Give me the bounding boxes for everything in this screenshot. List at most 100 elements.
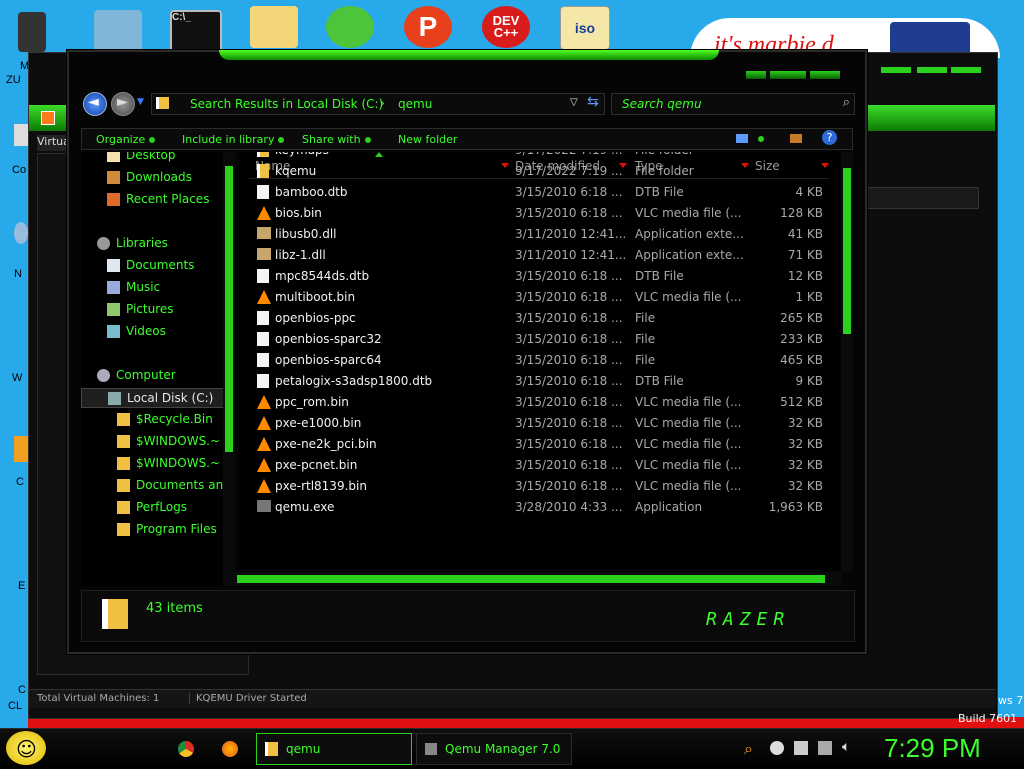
nav-item-documents-an[interactable]: Documents an bbox=[117, 476, 223, 494]
start-button[interactable]: ☺ bbox=[6, 731, 46, 765]
file-list[interactable]: Name Date modified Type Size keymaps9/17… bbox=[239, 152, 841, 570]
file-row[interactable]: bamboo.dtb 3/15/2010 6:18 ... DTB File 4 KB bbox=[239, 182, 841, 203]
nav-item-perflogs[interactable]: PerfLogs bbox=[117, 498, 187, 516]
taskbar-qemu-button[interactable]: Qemu Manager 7.0 bbox=[416, 733, 572, 765]
file-row[interactable]: pxe-e1000.bin 3/15/2010 6:18 ... VLC media… bbox=[239, 413, 841, 434]
view-options-icon[interactable] bbox=[736, 134, 748, 143]
nav-item-recent-places[interactable]: Recent Places bbox=[107, 190, 209, 208]
nav-item-computer[interactable]: Computer bbox=[97, 366, 176, 384]
window-maximize-button[interactable] bbox=[769, 70, 807, 80]
file-list-scrollbar[interactable] bbox=[841, 152, 853, 572]
file-size: 41 KB bbox=[787, 227, 823, 241]
file-row[interactable]: kqemu 9/17/2022 7:19 ... File folder bbox=[239, 161, 841, 182]
search-icon[interactable]: ⌕ bbox=[843, 95, 850, 110]
desktop-icon-devcpp[interactable]: DEV C++ bbox=[482, 6, 530, 48]
address-bar[interactable]: Search Results in Local Disk (C:) › qemu… bbox=[151, 93, 605, 115]
smiley-icon: ☺ bbox=[16, 737, 37, 761]
window-close-button[interactable] bbox=[809, 70, 841, 80]
clock[interactable]: 7:29 PM bbox=[884, 733, 981, 764]
file-row[interactable]: pxe-rtl8139.bin 3/15/2010 6:18 ... VLC med… bbox=[239, 476, 841, 497]
qemu-tab[interactable]: Virtual bbox=[37, 135, 73, 151]
file-row[interactable]: openbios-sparc32 3/15/2010 6:18 ... File 23… bbox=[239, 329, 841, 350]
nav-item-desktop[interactable]: Desktop bbox=[107, 152, 176, 164]
forward-button[interactable]: ► bbox=[111, 92, 135, 116]
search-input[interactable]: Search qemu bbox=[622, 97, 702, 111]
volume-icon[interactable]: 🔈︎ bbox=[842, 739, 850, 755]
search-box[interactable]: Search qemu ⌕ bbox=[611, 93, 855, 115]
desktop-icon-user[interactable] bbox=[18, 12, 46, 52]
nav-item-pictures[interactable]: Pictures bbox=[107, 300, 174, 318]
file-size: 4 KB bbox=[795, 185, 823, 199]
desktop-icon-iso[interactable]: iso bbox=[560, 6, 610, 50]
desktop-icon-c[interactable] bbox=[14, 436, 28, 462]
nav-item-videos[interactable]: Videos bbox=[107, 322, 166, 340]
window-minimize-button[interactable] bbox=[745, 70, 767, 80]
desktop-icon-network[interactable] bbox=[14, 222, 28, 244]
explorer-window[interactable]: ◄ ► ▼ Search Results in Local Disk (C:) … bbox=[67, 50, 867, 654]
nav-item-music[interactable]: Music bbox=[107, 278, 160, 296]
file-scroll-thumb[interactable] bbox=[843, 168, 851, 334]
file-row[interactable]: ppc_rom.bin 3/15/2010 6:18 ... VLC media f… bbox=[239, 392, 841, 413]
file-row[interactable]: pxe-pcnet.bin 3/15/2010 6:18 ... VLC media… bbox=[239, 455, 841, 476]
hscroll-thumb[interactable] bbox=[237, 575, 825, 583]
nav-item-recycle-bin[interactable]: $Recycle.Bin bbox=[117, 410, 213, 428]
file-date: 3/15/2010 6:18 ... bbox=[515, 311, 623, 325]
breadcrumb-root[interactable]: Search Results in Local Disk (C:) bbox=[190, 97, 383, 111]
nav-item-windows[interactable]: $WINDOWS.~ bbox=[117, 454, 220, 472]
taskbar-explorer-button[interactable]: qemu bbox=[256, 733, 412, 765]
qemu-window-btn-close[interactable] bbox=[951, 67, 981, 73]
preview-pane-icon[interactable] bbox=[790, 134, 802, 143]
file-date: 3/11/2010 12:41... bbox=[515, 248, 627, 262]
file-row[interactable]: mpc8544ds.dtb 3/15/2010 6:18 ... DTB File 1… bbox=[239, 266, 841, 287]
desktop-icon-folder-app[interactable] bbox=[250, 6, 298, 48]
file-row[interactable]: openbios-sparc64 3/15/2010 6:18 ... File 46… bbox=[239, 350, 841, 371]
file-row[interactable]: pxe-ne2k_pci.bin 3/15/2010 6:18 ... VLC me… bbox=[239, 434, 841, 455]
desktop-icon-angry-birds[interactable] bbox=[326, 6, 374, 48]
recent-pages-chevron-icon[interactable]: ▼ bbox=[137, 97, 144, 107]
file-row[interactable]: openbios-ppc 3/15/2010 6:18 ... File 265 KB bbox=[239, 308, 841, 329]
include-in-library-button[interactable]: Include in library bbox=[182, 133, 285, 146]
back-button[interactable]: ◄ bbox=[83, 92, 107, 116]
network-icon[interactable] bbox=[818, 741, 832, 755]
file-type: Application exte... bbox=[635, 248, 744, 262]
desktop-icon-notes[interactable] bbox=[94, 10, 142, 52]
nav-item-windows[interactable]: $WINDOWS.~ bbox=[117, 432, 220, 450]
file-row[interactable]: qemu.exe 3/28/2010 4:33 ... Application 1,9… bbox=[239, 497, 841, 518]
nav-item-downloads[interactable]: Downloads bbox=[107, 168, 192, 186]
breadcrumb-sep[interactable]: › bbox=[380, 96, 385, 110]
desktop-icon-computer[interactable] bbox=[14, 124, 28, 146]
navigation-pane[interactable]: FavoritesDesktopDownloadsRecent PlacesLi… bbox=[81, 152, 235, 586]
qemu-window-btn-min[interactable] bbox=[881, 67, 911, 73]
file-row[interactable]: libz-1.dll 3/11/2010 12:41... Application … bbox=[239, 245, 841, 266]
tray-icon-1[interactable] bbox=[770, 741, 784, 755]
nav-item-documents[interactable]: Documents bbox=[107, 256, 194, 274]
chrome-icon[interactable] bbox=[178, 741, 194, 757]
organize-button[interactable]: Organize bbox=[96, 133, 156, 146]
search-tray-icon[interactable]: ⌕ bbox=[744, 739, 753, 759]
file-row[interactable]: petalogix-s3adsp1800.dtb 3/15/2010 6:18 .… bbox=[239, 371, 841, 392]
breadcrumb-current[interactable]: qemu bbox=[398, 97, 432, 111]
help-icon[interactable]: ? bbox=[822, 130, 837, 145]
nav-item-program-files[interactable]: Program Files bbox=[117, 520, 217, 538]
address-dropdown-chevron-icon[interactable]: ▽ bbox=[570, 97, 578, 108]
share-with-button[interactable]: Share with bbox=[302, 133, 371, 146]
nav-item-libraries[interactable]: Libraries bbox=[97, 234, 168, 252]
file-name: pxe-e1000.bin bbox=[275, 416, 362, 430]
nav-item-local-disk-c[interactable]: Local Disk (C:) bbox=[81, 388, 235, 408]
nav-item-label: $WINDOWS.~ bbox=[136, 434, 221, 448]
file-row[interactable]: keymaps 9/17/2022 7:19 ... File folder bbox=[239, 152, 841, 161]
nav-scroll-thumb[interactable] bbox=[225, 166, 233, 452]
nav-scrollbar[interactable] bbox=[223, 152, 235, 572]
desktop-icon-p-app[interactable]: P bbox=[404, 6, 452, 48]
refresh-icon[interactable]: ⇆ bbox=[587, 94, 599, 110]
file-row[interactable]: bios.bin 3/15/2010 6:18 ... VLC media file… bbox=[239, 203, 841, 224]
firefox-icon[interactable] bbox=[222, 741, 238, 757]
file-list-hscrollbar[interactable] bbox=[223, 572, 841, 586]
action-center-icon[interactable] bbox=[794, 741, 808, 755]
new-folder-button[interactable]: New folder bbox=[398, 133, 457, 146]
file-row[interactable]: multiboot.bin 3/15/2010 6:18 ... VLC media… bbox=[239, 287, 841, 308]
qemu-toolbar-btn-add[interactable] bbox=[41, 111, 55, 125]
view-dropdown-icon[interactable] bbox=[758, 136, 764, 142]
file-row[interactable]: libusb0.dll 3/11/2010 12:41... Application… bbox=[239, 224, 841, 245]
qemu-window-btn-max[interactable] bbox=[917, 67, 947, 73]
